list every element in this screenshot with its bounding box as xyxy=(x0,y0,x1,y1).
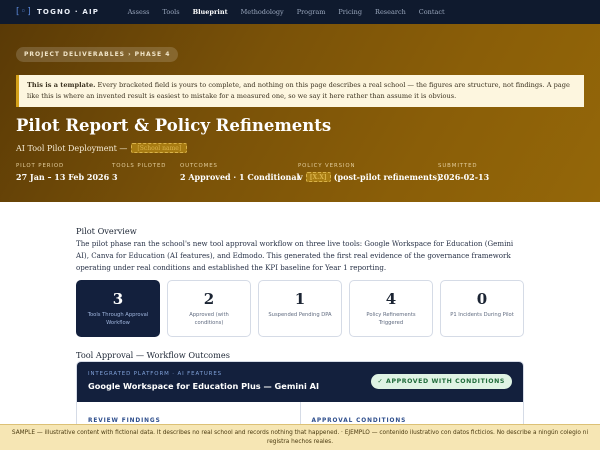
meta-tools-piloted: TOOLS PILOTED 3 xyxy=(112,163,166,182)
sample-disclaimer-banner: SAMPLE — illustrative content with ficti… xyxy=(0,424,600,450)
school-name-field[interactable]: [School name] xyxy=(131,143,188,153)
nav-link-assess[interactable]: Assess xyxy=(121,0,156,24)
meta-label: PILOT PERIOD xyxy=(16,163,65,169)
brand-logo[interactable]: [◦] TOGNO · AIP xyxy=(16,7,99,17)
nav-links: Assess Tools Blueprint Methodology Progr… xyxy=(121,0,451,24)
version-prefix: v xyxy=(298,172,303,182)
meta-value: 27 Jan – 13 Feb 2026 xyxy=(16,172,110,182)
logo-icon: [◦] xyxy=(16,7,32,17)
tool-card-google-workspace: INTEGRATED PLATFORM · AI FEATURES Google… xyxy=(76,361,524,431)
kpi-card-incidents[interactable]: 0 P1 Incidents During Pilot xyxy=(440,280,524,337)
kpi-label: Approved (with conditions) xyxy=(189,312,229,326)
nav-link-program[interactable]: Program xyxy=(290,0,332,24)
nav-link-research[interactable]: Research xyxy=(369,0,413,24)
meta-label: SUBMITTED xyxy=(438,163,478,169)
version-field[interactable]: [X.X] xyxy=(305,172,331,182)
meta-label: TOOLS PILOTED xyxy=(112,163,167,169)
notice-lead: This is a template. xyxy=(27,81,96,89)
nav-link-blueprint[interactable]: Blueprint xyxy=(186,0,234,24)
breadcrumb[interactable]: PROJECT DELIVERABLES › PHASE 4 xyxy=(16,47,179,62)
hero-banner: PROJECT DELIVERABLES › PHASE 4 This is a… xyxy=(0,24,600,202)
nav-link-pricing[interactable]: Pricing xyxy=(332,0,369,24)
brand-name: TOGNO · AIP xyxy=(36,8,100,16)
meta-policy-version: POLICY VERSION v [X.X] (post-pilot refin… xyxy=(298,163,441,182)
meta-outcomes: OUTCOMES 2 Approved · 1 Conditional xyxy=(180,163,300,182)
meta-label: OUTCOMES xyxy=(180,163,218,169)
meta-pilot-period: PILOT PERIOD 27 Jan – 13 Feb 2026 xyxy=(16,163,109,182)
overview-heading: Pilot Overview xyxy=(76,226,137,236)
top-nav: [◦] TOGNO · AIP Assess Tools Blueprint M… xyxy=(0,0,600,24)
outcomes-heading: Tool Approval — Workflow Outcomes xyxy=(76,350,230,360)
kpi-number: 0 xyxy=(476,290,488,308)
meta-submitted: SUBMITTED 2026-02-13 xyxy=(438,163,489,182)
tool-card-header[interactable]: INTEGRATED PLATFORM · AI FEATURES Google… xyxy=(77,362,523,402)
tool-name: Google Workspace for Education Plus — Ge… xyxy=(88,381,320,391)
meta-value: 3 xyxy=(112,172,118,182)
kpi-number: 2 xyxy=(203,290,215,308)
overview-text: The pilot phase ran the school's new too… xyxy=(76,239,514,273)
page-subtitle: AI Tool Pilot Deployment — [School name] xyxy=(16,143,188,153)
notice-text: Every bracketed field is yours to comple… xyxy=(27,81,570,100)
kpi-label: Suspended Pending DPA xyxy=(268,312,332,318)
meta-value: 2 Approved · 1 Conditional xyxy=(180,172,300,182)
kpi-card-refinements[interactable]: 4 Policy Refinements Triggered xyxy=(349,280,433,337)
tool-kicker: INTEGRATED PLATFORM · AI FEATURES xyxy=(88,371,222,377)
kpi-number: 1 xyxy=(294,290,306,308)
kpi-number: 4 xyxy=(385,290,397,308)
nav-link-methodology[interactable]: Methodology xyxy=(234,0,290,24)
page-title: Pilot Report & Policy Refinements xyxy=(16,116,332,135)
kpi-card-tools-approval[interactable]: 3 Tools Through Approval Workflow xyxy=(76,280,160,337)
status-badge: ✓ APPROVED WITH CONDITIONS xyxy=(370,374,512,389)
meta-value: 2026-02-13 xyxy=(438,172,490,182)
kpi-label: Policy Refinements Triggered xyxy=(366,312,416,326)
kpi-label: P1 Incidents During Pilot xyxy=(450,312,514,318)
meta-value: v [X.X] (post-pilot refinements) xyxy=(298,172,441,182)
nav-link-tools[interactable]: Tools xyxy=(156,0,186,24)
kpi-label: Tools Through Approval Workflow xyxy=(87,312,149,326)
version-suffix: (post-pilot refinements) xyxy=(333,172,441,182)
subtitle-text: AI Tool Pilot Deployment — xyxy=(16,143,128,153)
meta-label: POLICY VERSION xyxy=(298,163,356,169)
kpi-number: 3 xyxy=(112,290,124,308)
template-notice: This is a template. Every bracketed fiel… xyxy=(16,75,584,107)
nav-link-contact[interactable]: Contact xyxy=(412,0,451,24)
kpi-card-approved[interactable]: 2 Approved (with conditions) xyxy=(167,280,251,337)
kpi-row: 3 Tools Through Approval Workflow 2 Appr… xyxy=(76,280,524,337)
kpi-card-suspended[interactable]: 1 Suspended Pending DPA xyxy=(258,280,342,337)
